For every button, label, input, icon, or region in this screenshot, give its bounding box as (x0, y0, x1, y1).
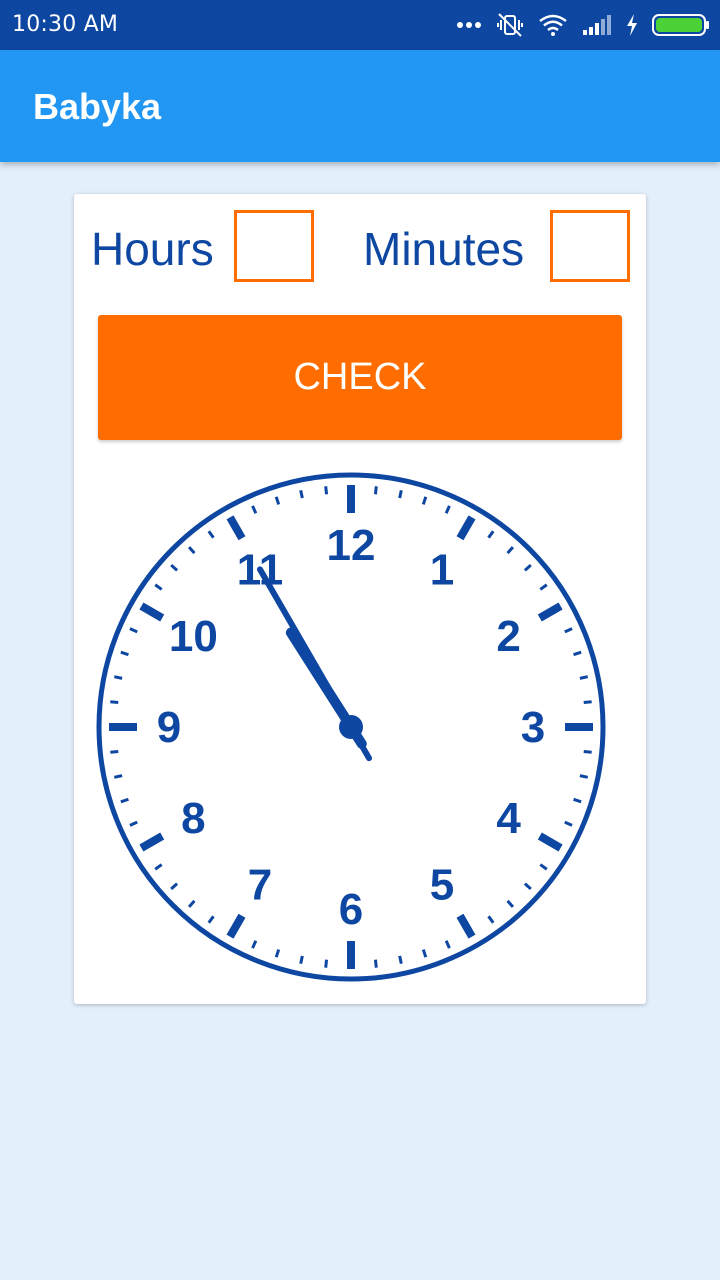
minutes-label: Minutes (363, 223, 525, 275)
minute-tick (324, 486, 329, 495)
status-time: 10:30 AM (12, 12, 119, 37)
clock-number-6: 6 (339, 885, 363, 934)
minutes-input[interactable] (550, 210, 630, 282)
minute-tick (299, 489, 304, 499)
vibrate-off-icon (496, 11, 524, 39)
clock-number-10: 10 (169, 612, 218, 661)
app-title: Babyka (33, 86, 162, 127)
charging-icon (626, 14, 638, 36)
minute-tick (110, 749, 119, 754)
status-bar: 10:30 AM (0, 0, 720, 50)
minute-tick (398, 489, 403, 499)
check-button[interactable]: CHECK (98, 315, 622, 440)
minute-tick (113, 675, 123, 680)
clock-number-1: 1 (430, 545, 454, 594)
battery-icon (652, 12, 710, 38)
hours-input[interactable] (234, 210, 314, 282)
clock-number-5: 5 (430, 861, 454, 910)
minute-tick (113, 774, 123, 779)
clock-number-9: 9 (157, 703, 181, 752)
signal-icon (582, 14, 612, 36)
minute-tick (579, 675, 589, 680)
wifi-icon (538, 13, 568, 37)
minute-tick (579, 774, 589, 779)
minute-tick (583, 700, 592, 705)
minute-tick (373, 959, 378, 968)
clock-number-2: 2 (496, 612, 520, 661)
hours-label: Hours (91, 223, 214, 275)
analog-clock: 12 1234567891011 (96, 472, 606, 982)
clock-center-pin (339, 715, 363, 739)
minute-tick (583, 749, 592, 754)
clock-card: Hours Minutes CHECK 12 1 2 3 4 5 6 7 8 9 10 11 (74, 194, 646, 1004)
clock-number-12: 12 (327, 521, 376, 570)
more-dots-icon (456, 21, 482, 29)
app-bar: Babyka (0, 50, 720, 162)
minute-tick (299, 955, 304, 965)
clock-number-3: 3 (521, 703, 545, 752)
minute-tick (373, 486, 378, 495)
clock-number-8: 8 (181, 794, 205, 843)
clock-number-7: 7 (248, 861, 272, 910)
minute-tick (398, 955, 403, 965)
clock-number-4: 4 (496, 794, 521, 843)
minute-tick (110, 700, 119, 705)
minute-tick (324, 959, 329, 968)
status-icons (456, 10, 710, 40)
